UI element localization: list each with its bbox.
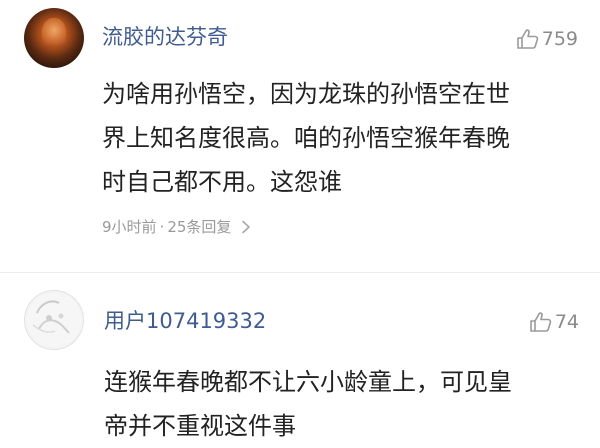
comment-text: 为啥用孙悟空，因为龙珠的孙悟空在世 界上知名度很高。咱的孙悟空猴年春晚 时自己都…: [102, 72, 572, 204]
comment-meta-replies-link[interactable]: 9小时前 · 25条回复: [102, 216, 251, 237]
comment-text-line: 界上知名度很高。咱的孙悟空猴年春晚: [102, 124, 510, 152]
comment-item: 用户107419332 74 连猴年春晚都不让六小龄童上，可见皇 帝并不重视这件…: [0, 280, 600, 446]
comment-time: 9小时前: [102, 218, 157, 236]
reply-count: 25条回复: [167, 218, 232, 236]
meta-separator: ·: [159, 217, 165, 236]
comment-item: 流胶的达芬奇 759 为啥用孙悟空，因为龙珠的孙悟空在世 界上知名度很高。咱的孙…: [0, 0, 600, 266]
comment-text-line: 为啥用孙悟空，因为龙珠的孙悟空在世: [102, 80, 510, 108]
comment-text-line: 连猴年春晚都不让六小龄童上，可见皇: [104, 368, 512, 396]
comment-divider: [0, 272, 600, 273]
avatar[interactable]: [24, 290, 84, 350]
like-count: 759: [541, 27, 578, 50]
like-button[interactable]: 74: [529, 311, 579, 333]
default-avatar-icon: [27, 293, 81, 347]
like-button[interactable]: 759: [516, 28, 578, 50]
thumbs-up-icon: [516, 29, 538, 49]
comment-username[interactable]: 流胶的达芬奇: [102, 27, 228, 48]
comment-username[interactable]: 用户107419332: [104, 311, 266, 332]
like-count: 74: [554, 310, 579, 333]
avatar[interactable]: [24, 8, 84, 68]
thumbs-up-icon: [530, 312, 552, 332]
comment-text-line: 帝并不重视这件事: [104, 412, 296, 440]
avatar-face-image: [42, 18, 66, 48]
chevron-right-icon: [242, 220, 251, 233]
comment-text-line: 时自己都不用。这怨谁: [102, 168, 342, 196]
comment-text: 连猴年春晚都不让六小龄童上，可见皇 帝并不重视这件事: [104, 360, 574, 448]
